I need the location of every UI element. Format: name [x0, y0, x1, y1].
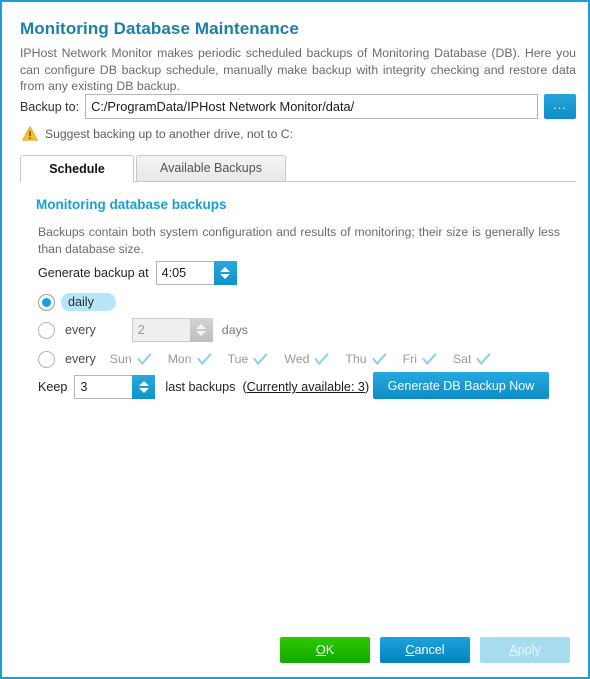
weekday-fri-label: Fri — [402, 352, 417, 366]
apply-accel: A — [509, 643, 518, 657]
check-icon[interactable] — [137, 352, 152, 366]
chevron-down-icon[interactable] — [196, 331, 207, 336]
weekday-sun-label: Sun — [109, 352, 132, 366]
section-description: Backups contain both system configuratio… — [38, 225, 560, 256]
weekday-sun[interactable]: Sun — [110, 352, 152, 366]
apply-rest: pply — [517, 643, 541, 657]
keep-label: Keep — [38, 380, 68, 394]
ok-rest: K — [325, 643, 335, 657]
check-icon[interactable] — [253, 352, 268, 366]
schedule-option-daily-row[interactable]: daily — [38, 290, 116, 314]
warning-row: Suggest backing up to another drive, not… — [22, 126, 293, 141]
cancel-accel: C — [405, 643, 415, 657]
backup-time-spin-buttons[interactable] — [213, 261, 237, 285]
check-icon[interactable] — [476, 352, 491, 366]
generate-backup-at-row: Generate backup at — [38, 261, 237, 285]
backup-path-input[interactable] — [85, 94, 538, 119]
tab-schedule[interactable]: Schedule — [20, 155, 134, 182]
weekday-tue[interactable]: Tue — [228, 352, 269, 366]
generate-backup-at-label: Generate backup at — [38, 266, 149, 280]
radio-every-n-days-label[interactable]: every — [65, 323, 96, 337]
interval-days-input[interactable] — [131, 318, 190, 342]
schedule-option-every-n-days-row[interactable]: every days — [38, 318, 248, 342]
check-icon[interactable] — [197, 352, 212, 366]
page-title: Monitoring Database Maintenance — [20, 19, 299, 38]
radio-daily[interactable] — [38, 293, 55, 311]
check-icon[interactable] — [422, 352, 437, 366]
warning-text: Suggest backing up to another drive, not… — [45, 126, 293, 141]
backup-time-stepper[interactable] — [155, 261, 237, 285]
weekday-mon-label: Mon — [167, 352, 192, 366]
ellipsis-icon: ... — [553, 96, 567, 112]
backup-path-label: Backup to: — [20, 99, 80, 114]
intro-description: IPHost Network Monitor makes periodic sc… — [20, 46, 576, 93]
cancel-button[interactable]: Cancel — [380, 637, 470, 663]
weekday-sat-label: Sat — [452, 352, 472, 366]
chevron-up-icon[interactable] — [138, 381, 149, 386]
radio-daily-dot — [42, 297, 51, 307]
keep-count-input[interactable] — [74, 375, 133, 399]
chevron-up-icon[interactable] — [220, 267, 231, 272]
keep-backups-row: Keep last backups (Currently available: … — [38, 375, 369, 399]
weekday-wed-label: Wed — [284, 352, 310, 366]
radio-every-n-days[interactable] — [38, 321, 55, 339]
paren-close: ) — [364, 380, 370, 394]
weekday-tue-label: Tue — [227, 352, 249, 366]
section-title: Monitoring database backups — [36, 197, 227, 212]
tab-available-backups[interactable]: Available Backups — [136, 155, 286, 181]
warning-triangle-icon — [22, 126, 38, 141]
ok-button[interactable]: OK — [280, 637, 370, 663]
weekday-checkbox-group: Sun Mon Tue Wed Thu Fri Sat — [110, 352, 508, 366]
keep-count-spin-buttons[interactable] — [132, 375, 156, 399]
interval-days-stepper[interactable] — [131, 318, 213, 342]
chevron-down-icon[interactable] — [220, 274, 231, 279]
weekday-mon[interactable]: Mon — [168, 352, 212, 366]
chevron-down-icon[interactable] — [138, 388, 149, 393]
currently-available-link[interactable]: Currently available: 3 — [247, 380, 365, 394]
weekday-fri[interactable]: Fri — [403, 352, 437, 366]
keep-count-stepper[interactable] — [74, 375, 156, 399]
backup-time-input[interactable] — [155, 261, 214, 285]
weekday-thu[interactable]: Thu — [345, 352, 386, 366]
weekday-thu-label: Thu — [345, 352, 367, 366]
currently-available-wrapper: (Currently available: 3) — [242, 380, 369, 394]
tab-bar: Schedule Available Backups — [20, 155, 576, 182]
weekday-sat[interactable]: Sat — [453, 352, 491, 366]
check-icon[interactable] — [372, 352, 387, 366]
cancel-rest: ancel — [414, 643, 445, 657]
keep-after-label: last backups — [165, 380, 236, 394]
ok-accel: O — [315, 643, 326, 657]
weekday-wed[interactable]: Wed — [284, 352, 329, 366]
radio-every-weekday[interactable] — [38, 350, 55, 368]
radio-daily-label[interactable]: daily — [61, 293, 116, 311]
monitoring-database-maintenance-dialog: Monitoring Database Maintenance IPHost N… — [0, 0, 590, 679]
browse-button[interactable]: ... — [544, 94, 576, 119]
generate-db-backup-now-button[interactable]: Generate DB Backup Now — [373, 372, 549, 399]
interval-days-unit-label: days — [221, 323, 248, 337]
interval-days-spin-buttons[interactable] — [189, 318, 213, 342]
radio-every-weekday-label[interactable]: every — [65, 352, 96, 366]
chevron-up-icon[interactable] — [196, 324, 207, 329]
dialog-content: Monitoring Database Maintenance IPHost N… — [2, 2, 588, 677]
apply-button[interactable]: Apply — [480, 637, 570, 663]
schedule-option-weekdays-row[interactable]: every Sun Mon Tue Wed Thu Fri Sat — [38, 347, 507, 371]
backup-path-row: Backup to: ... — [20, 94, 576, 119]
dialog-footer: OK Cancel Apply — [2, 623, 588, 677]
check-icon[interactable] — [314, 352, 329, 366]
